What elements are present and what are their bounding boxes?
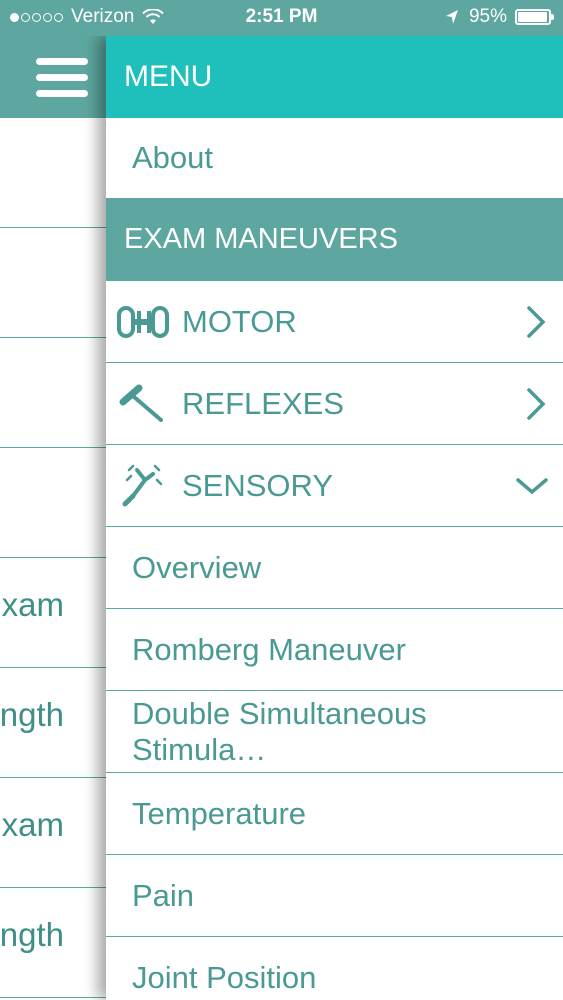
submenu-item-overview[interactable]: Overview (106, 527, 563, 609)
list-item[interactable]: xam (0, 558, 106, 668)
menu-item-label: SENSORY (182, 467, 334, 503)
list-item[interactable] (0, 448, 106, 558)
reflex-hammer-icon (116, 382, 172, 426)
menu-item-label: About (132, 140, 214, 175)
side-menu: MENU About EXAM MANEUVERS MOTOR REFLEXES… (106, 36, 563, 1000)
list-item[interactable] (0, 228, 106, 338)
menu-title: MENU (106, 36, 563, 118)
dumbbell-icon (116, 300, 172, 344)
submenu-item-pain[interactable]: Pain (106, 855, 563, 937)
battery-percent: 95% (468, 6, 507, 27)
chevron-right-icon (527, 305, 546, 338)
app-screen: Verizon 2:51 PM 95% xam ngth xam ngth ME… (0, 0, 563, 1000)
menu-item-label: Temperature (132, 795, 307, 831)
battery-icon (515, 9, 554, 25)
submenu-item-temperature[interactable]: Temperature (106, 773, 563, 855)
list-item-label: ngth (0, 696, 64, 733)
menu-item-motor[interactable]: MOTOR (106, 281, 563, 363)
status-bar-right: 95% (445, 6, 554, 28)
menu-item-reflexes[interactable]: REFLEXES (106, 363, 563, 445)
hamburger-menu-icon[interactable] (36, 58, 88, 98)
submenu-item-double-simultaneous-stimulation[interactable]: Double Simultaneous Stimula… (106, 691, 563, 773)
location-arrow-icon (445, 10, 458, 24)
chevron-down-icon (516, 477, 548, 494)
list-item[interactable]: ngth (0, 668, 106, 778)
menu-item-label: Romberg Maneuver (132, 631, 406, 667)
list-item[interactable]: xam (0, 778, 106, 888)
menu-item-about[interactable]: About (106, 118, 563, 198)
menu-item-sensory[interactable]: SENSORY (106, 445, 563, 527)
main-content-panel: xam ngth xam ngth (0, 0, 106, 1000)
list-item-label: ngth (0, 916, 64, 953)
list-item[interactable] (0, 338, 106, 448)
submenu-item-romberg-maneuver[interactable]: Romberg Maneuver (106, 609, 563, 691)
chevron-right-icon (527, 387, 546, 420)
menu-item-label: Joint Position (132, 960, 317, 995)
list-item-label: xam (1, 586, 64, 623)
menu-item-label: REFLEXES (182, 385, 344, 421)
list-item[interactable] (0, 118, 106, 228)
section-header-exam-maneuvers: EXAM MANEUVERS (106, 198, 563, 281)
menu-item-label: MOTOR (182, 303, 297, 339)
tuning-fork-icon (116, 464, 172, 508)
menu-item-label: Pain (132, 877, 195, 913)
main-list: xam ngth xam ngth (0, 118, 106, 998)
list-item[interactable]: ngth (0, 888, 106, 998)
status-bar: Verizon 2:51 PM 95% (0, 0, 563, 36)
list-item-label: xam (1, 806, 64, 843)
menu-item-label: Double Simultaneous Stimula… (132, 695, 427, 767)
menu-item-label: Overview (132, 549, 262, 585)
submenu-item-joint-position[interactable]: Joint Position (106, 937, 563, 1000)
